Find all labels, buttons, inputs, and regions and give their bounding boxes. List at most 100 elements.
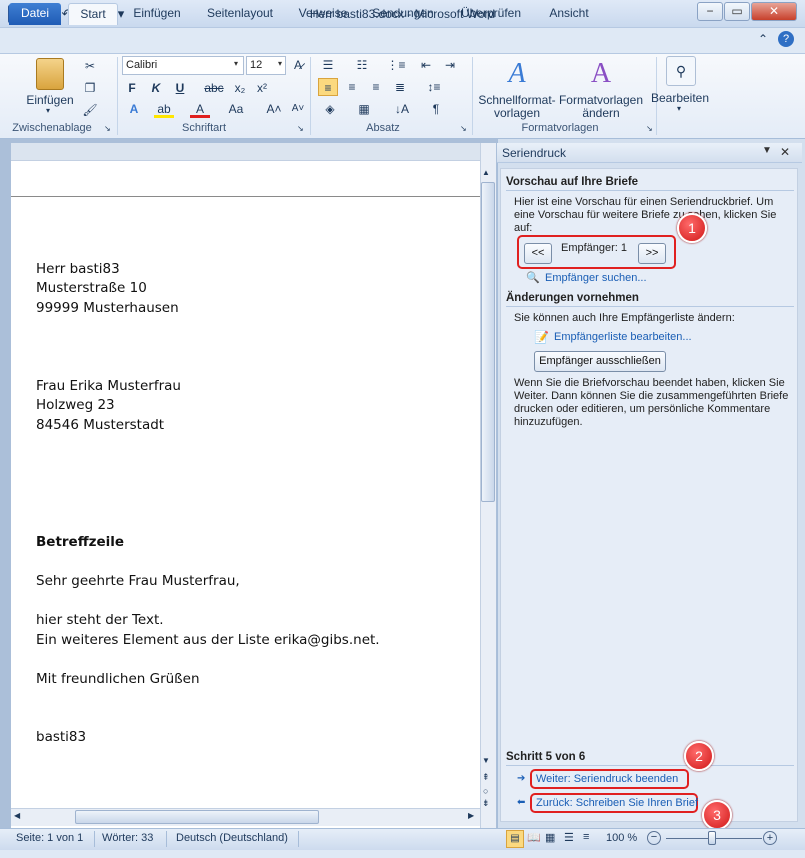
recipient-name[interactable]: Frau Erika Musterfrau <box>36 378 181 394</box>
zoom-out-icon[interactable]: − <box>647 831 661 845</box>
copy-icon[interactable]: ❐ <box>80 79 100 97</box>
font-launcher-icon[interactable]: ↘ <box>297 124 304 133</box>
font-color-icon[interactable]: A <box>190 100 210 118</box>
signature[interactable]: basti83 <box>36 729 86 745</box>
paste-button[interactable]: Einfügen <box>22 93 78 107</box>
exclude-recipient-button[interactable]: Empfänger ausschließen <box>534 351 666 372</box>
bold-icon[interactable]: F <box>122 79 142 97</box>
scroll-up-icon[interactable]: ▲ <box>482 168 490 177</box>
recipient-street[interactable]: Holzweg 23 <box>36 397 115 413</box>
scroll-left-icon[interactable]: ◀ <box>14 811 20 820</box>
edit-button[interactable]: Bearbeiten <box>648 91 712 105</box>
multilevel-list-icon[interactable]: ⋮≡ <box>386 56 406 74</box>
shrink-font-icon[interactable]: A˅ <box>288 100 308 118</box>
tab-file[interactable]: Datei <box>9 3 61 25</box>
tab-view[interactable]: Ansicht <box>540 3 598 25</box>
show-formatting-icon[interactable]: ¶ <box>426 100 446 118</box>
minimize-button[interactable]: − <box>697 2 723 21</box>
next-step-link[interactable]: Weiter: Seriendruck beenden <box>536 773 678 785</box>
sender-name[interactable]: Herr basti83 <box>36 261 120 277</box>
body-line-1[interactable]: hier steht der Text. <box>36 612 164 628</box>
tab-mailings[interactable]: Sendungen <box>364 3 442 25</box>
scroll-down-icon[interactable]: ▼ <box>482 756 490 765</box>
sort-icon[interactable]: ↓A <box>392 100 412 118</box>
prev-step-link[interactable]: Zurück: Schreiben Sie Ihren Brief <box>536 797 698 809</box>
ribbon-minimize-icon[interactable]: ⌃ <box>758 32 768 46</box>
bullets-icon[interactable]: ☰ <box>318 56 338 74</box>
pane-options-icon[interactable]: ▼ <box>762 145 772 156</box>
change-styles-icon[interactable]: A <box>584 58 618 90</box>
shading-icon[interactable]: ◈ <box>320 100 340 118</box>
full-screen-reading-icon[interactable]: 📖 <box>527 831 541 844</box>
highlight-icon[interactable]: ab <box>154 100 174 118</box>
quick-styles-button[interactable]: Schnellformat- <box>476 93 558 107</box>
next-page-icon[interactable]: ⇟ <box>482 798 490 809</box>
decrease-indent-icon[interactable]: ⇤ <box>416 56 436 74</box>
pane-close-icon[interactable]: ✕ <box>780 145 790 159</box>
italic-icon[interactable]: K <box>146 79 166 97</box>
help-icon[interactable]: ? <box>778 31 794 47</box>
scroll-thumb[interactable] <box>481 182 495 502</box>
status-language[interactable]: Deutsch (Deutschland) <box>176 832 288 844</box>
format-painter-icon[interactable]: 🖌 <box>80 101 100 119</box>
text-effects-icon[interactable]: A <box>124 100 144 118</box>
subscript-icon[interactable]: x₂ <box>230 79 250 97</box>
edit-dropdown-icon[interactable]: ▾ <box>677 104 681 113</box>
web-layout-icon[interactable]: ▦ <box>545 831 555 844</box>
tab-insert[interactable]: Einfügen <box>126 3 188 25</box>
chevron-down-icon[interactable]: ▾ <box>278 59 282 68</box>
align-center-icon[interactable]: ≡ <box>342 78 362 96</box>
outline-icon[interactable]: ☰ <box>564 831 574 844</box>
previous-recipient-button[interactable]: << <box>524 243 552 264</box>
change-styles-button[interactable]: Formatvorlagen <box>558 93 644 107</box>
borders-icon[interactable]: ▦ <box>354 100 374 118</box>
align-left-icon[interactable]: ≡ <box>318 78 338 96</box>
increase-indent-icon[interactable]: ⇥ <box>440 56 460 74</box>
align-right-icon[interactable]: ≡ <box>366 78 386 96</box>
cut-icon[interactable]: ✂ <box>80 57 100 75</box>
sender-street[interactable]: Musterstraße 10 <box>36 280 147 296</box>
browse-object-icon[interactable]: ○ <box>483 786 488 796</box>
status-page[interactable]: Seite: 1 von 1 <box>16 832 83 844</box>
tab-references[interactable]: Verweise <box>292 3 354 25</box>
prev-page-icon[interactable]: ⇞ <box>482 772 490 783</box>
clear-format-icon[interactable]: A̷ <box>288 56 308 74</box>
recipient-city[interactable]: 84546 Musterstadt <box>36 417 164 433</box>
tab-start[interactable]: Start <box>68 3 118 25</box>
print-layout-icon[interactable]: ▤ <box>506 830 524 848</box>
quick-styles-icon[interactable]: A <box>500 58 534 90</box>
numbering-icon[interactable]: ☷ <box>352 56 372 74</box>
binoculars-icon[interactable]: ⚲ <box>666 56 696 86</box>
font-name-combo[interactable]: Calibri <box>122 56 244 75</box>
document-page[interactable] <box>11 143 480 828</box>
styles-launcher-icon[interactable]: ↘ <box>646 124 653 133</box>
restore-button[interactable]: ▭ <box>724 2 750 21</box>
next-recipient-button[interactable]: >> <box>638 243 666 264</box>
close-button[interactable]: ✕ <box>751 2 797 21</box>
body-line-2[interactable]: Ein weiteres Element aus der Liste erika… <box>36 632 380 648</box>
find-recipient-link[interactable]: Empfänger suchen... <box>545 272 647 284</box>
zoom-slider-thumb[interactable] <box>708 831 716 845</box>
salutation[interactable]: Sehr geehrte Frau Musterfrau, <box>36 573 240 589</box>
justify-icon[interactable]: ≣ <box>390 78 410 96</box>
superscript-icon[interactable]: x² <box>252 79 272 97</box>
sender-city[interactable]: 99999 Musterhausen <box>36 300 179 316</box>
paste-dropdown-icon[interactable]: ▾ <box>46 106 50 115</box>
subject-line[interactable]: Betreffzeile <box>36 534 124 550</box>
status-words[interactable]: Wörter: 33 <box>102 832 153 844</box>
hscroll-thumb[interactable] <box>75 810 319 824</box>
paste-icon[interactable] <box>36 58 64 90</box>
paragraph-launcher-icon[interactable]: ↘ <box>460 124 467 133</box>
zoom-in-icon[interactable]: + <box>763 831 777 845</box>
edit-recipient-list-link[interactable]: Empfängerliste bearbeiten... <box>554 331 692 343</box>
tab-page-layout[interactable]: Seitenlayout <box>198 3 282 25</box>
strikethrough-icon[interactable]: abc <box>204 79 224 97</box>
clipboard-launcher-icon[interactable]: ↘ <box>104 124 111 133</box>
zoom-level[interactable]: 100 % <box>606 832 637 844</box>
scroll-right-icon[interactable]: ▶ <box>468 811 474 820</box>
underline-icon[interactable]: U <box>170 79 190 97</box>
line-spacing-icon[interactable]: ↕≡ <box>424 78 444 96</box>
chevron-down-icon[interactable]: ▾ <box>234 59 238 68</box>
change-case-icon[interactable]: Aa <box>226 100 246 118</box>
closing[interactable]: Mit freundlichen Grüßen <box>36 671 200 687</box>
